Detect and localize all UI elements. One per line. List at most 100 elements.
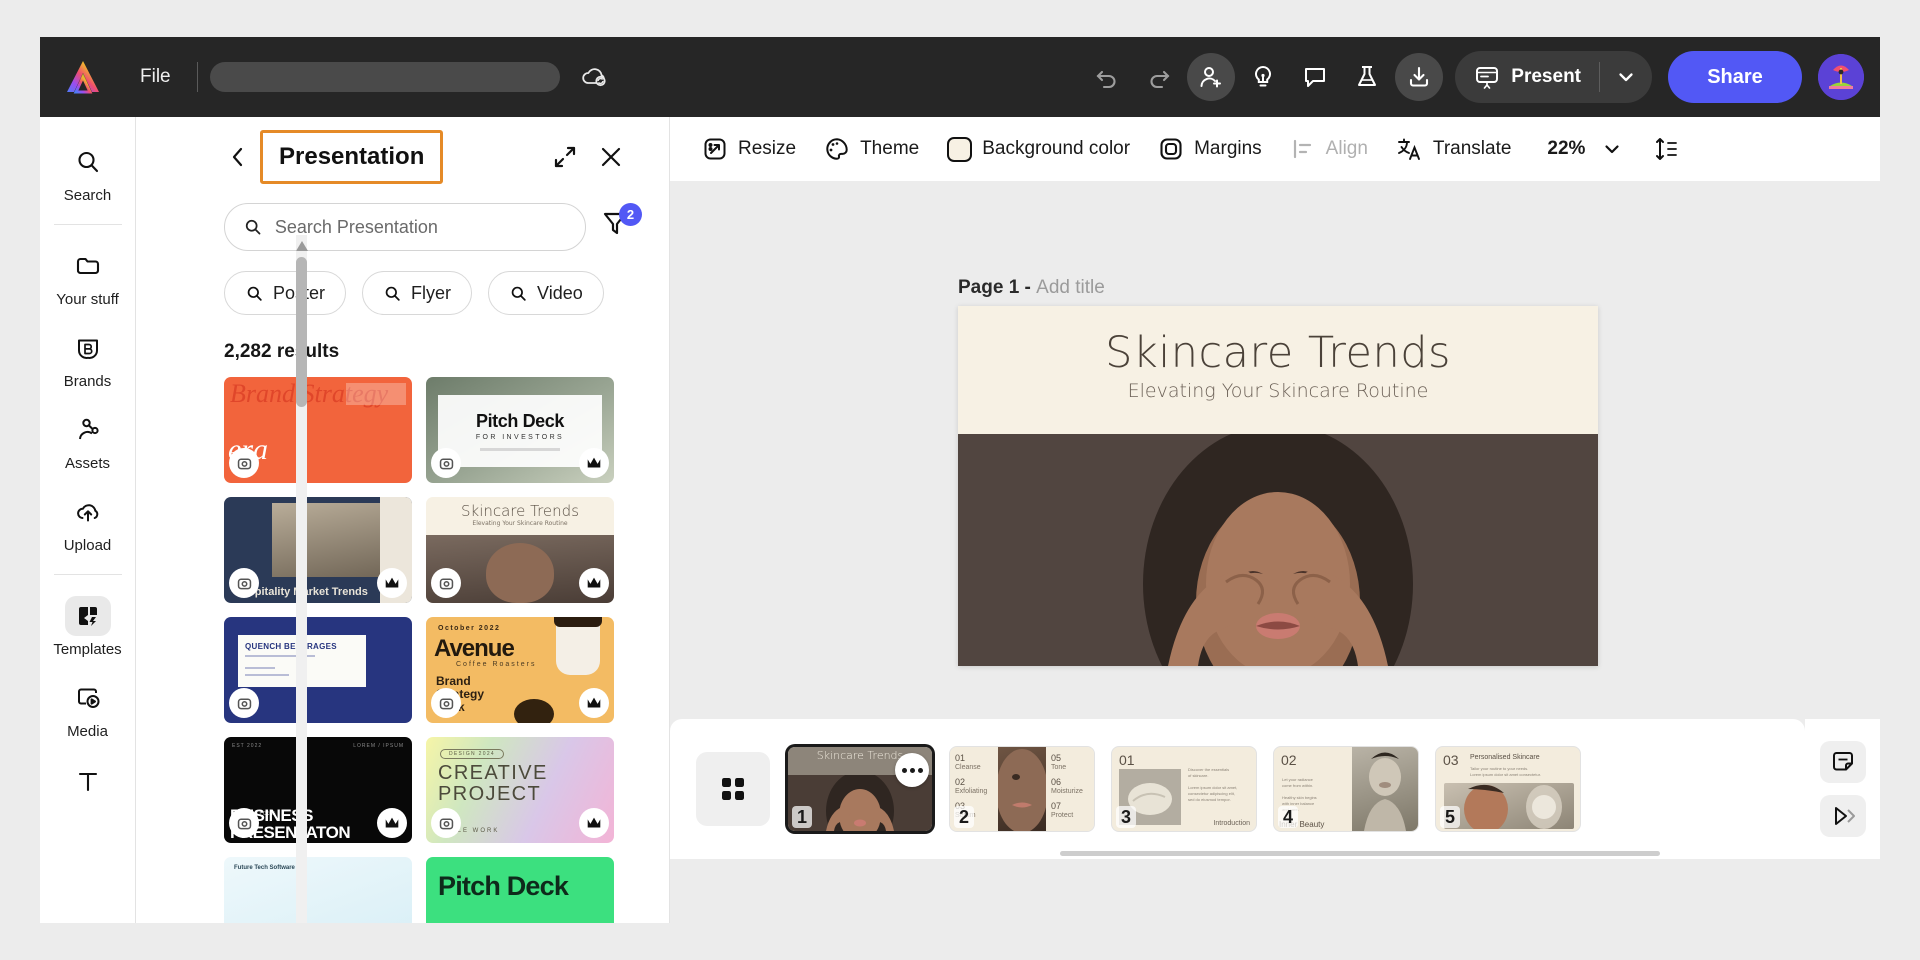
app-logo[interactable] bbox=[40, 59, 126, 95]
template-preview-badge[interactable] bbox=[431, 808, 461, 838]
resize-button[interactable]: Resize bbox=[688, 128, 810, 170]
cloud-sync-icon bbox=[581, 68, 606, 87]
panel-expand-button[interactable] bbox=[550, 142, 580, 172]
button-label: Theme bbox=[860, 138, 920, 159]
template-preview-badge[interactable] bbox=[229, 448, 259, 478]
grid-view-button[interactable] bbox=[696, 752, 770, 826]
template-card-skincare-trends[interactable]: Skincare Trends Elevating Your Skincare … bbox=[426, 497, 614, 603]
template-preview-badge[interactable] bbox=[229, 688, 259, 718]
chevron-down-icon bbox=[1605, 145, 1620, 154]
fit-to-screen-button[interactable] bbox=[1653, 135, 1681, 163]
ideas-button[interactable] bbox=[1239, 53, 1287, 101]
template-preview-badge[interactable] bbox=[431, 568, 461, 598]
undo-button[interactable] bbox=[1083, 53, 1131, 101]
panel-scroll-up-arrow[interactable] bbox=[294, 239, 310, 253]
button-label: Resize bbox=[738, 138, 797, 159]
download-button[interactable] bbox=[1395, 53, 1444, 101]
cloud-sync-button[interactable] bbox=[578, 60, 612, 94]
canvas-area[interactable]: Page 1 - Add title Skincare Trends Eleva… bbox=[670, 181, 1880, 859]
template-premium-badge bbox=[377, 808, 407, 838]
zoom-dropdown-button[interactable] bbox=[1601, 138, 1623, 160]
present-options-button[interactable] bbox=[1600, 51, 1652, 103]
thumbnail-more-button[interactable] bbox=[895, 753, 929, 787]
sidebar-item-label: Assets bbox=[64, 455, 110, 472]
camera-icon bbox=[237, 817, 251, 829]
panel-scrollbar-thumb[interactable] bbox=[296, 257, 307, 407]
template-card-quench-beverages[interactable]: QUENCH BEVERAGES bbox=[224, 617, 412, 723]
comment-button[interactable] bbox=[1291, 53, 1339, 101]
slide-thumbnail-3[interactable]: 01 Discover the essentials of skincare. Lo… bbox=[1112, 747, 1256, 831]
expand-diagonal-icon bbox=[554, 146, 576, 168]
background-color-button[interactable]: Background color bbox=[933, 129, 1144, 170]
slide-title[interactable]: Skincare Trends bbox=[958, 328, 1598, 378]
template-card-hospitality[interactable]: Hospitality Market Trends bbox=[224, 497, 412, 603]
button-label: Background color bbox=[982, 138, 1131, 159]
lab-button[interactable] bbox=[1343, 53, 1391, 101]
sidebar-item-assets[interactable]: Assets bbox=[42, 401, 134, 478]
redo-button[interactable] bbox=[1135, 53, 1183, 101]
slide-canvas[interactable]: Skincare Trends Elevating Your Skincare … bbox=[958, 306, 1598, 666]
share-button[interactable]: Share bbox=[1668, 51, 1802, 103]
chip-label: Flyer bbox=[411, 282, 452, 303]
slide-thumbnail-4[interactable]: 02 Let your radiance come from within. Hea… bbox=[1274, 747, 1418, 831]
theme-button[interactable]: Theme bbox=[810, 128, 933, 170]
template-card-pitch-deck-green[interactable]: Pitch Deck bbox=[426, 857, 614, 923]
chip-poster[interactable]: Poster bbox=[224, 271, 347, 315]
slide-thumbnail-1[interactable]: Skincare Trends 1 bbox=[788, 747, 932, 831]
thumbnail-number: 5 bbox=[1440, 806, 1461, 828]
sidebar-item-text[interactable] bbox=[42, 751, 134, 806]
undo-icon bbox=[1096, 70, 1116, 89]
present-label: Present bbox=[1511, 66, 1581, 87]
sidebar-item-media[interactable]: Media bbox=[42, 669, 134, 746]
template-card-brand-strategy[interactable]: Brand Strategy era bbox=[224, 377, 412, 483]
template-card-product-software[interactable]: Future Tech Software bbox=[224, 857, 412, 923]
media-play-icon-wrap bbox=[65, 678, 111, 718]
slide-photo[interactable] bbox=[958, 434, 1598, 666]
file-menu-button[interactable]: File bbox=[126, 60, 185, 94]
sidebar-item-upload[interactable]: Upload bbox=[42, 483, 134, 560]
slide-thumbnail-2[interactable]: 01Cleanse 02Exfoliating 03Serum 05Tone 0… bbox=[950, 747, 1094, 831]
camera-icon bbox=[439, 817, 453, 829]
template-card-pitch-deck[interactable]: Pitch Deck FOR INVESTORS bbox=[426, 377, 614, 483]
slide-subtitle[interactable]: Elevating Your Skincare Routine bbox=[958, 380, 1598, 402]
filter-button[interactable]: 2 bbox=[600, 203, 642, 247]
chip-video[interactable]: Video bbox=[488, 271, 604, 315]
template-preview-badge[interactable] bbox=[229, 568, 259, 598]
slide-thumbnail-5[interactable]: 03 Personalised Skincare Tailor your rou… bbox=[1436, 747, 1580, 831]
speaker-notes-button[interactable] bbox=[1819, 741, 1866, 783]
search-input-wrapper[interactable] bbox=[224, 203, 586, 251]
template-card-business-presentation[interactable]: EST 2022 LOREM / IPSUM Company Focus BUS… bbox=[224, 737, 412, 843]
present-button[interactable]: Present bbox=[1455, 51, 1599, 103]
sidebar-item-brands[interactable]: Brands bbox=[42, 319, 134, 396]
sidebar-item-templates[interactable]: Templates bbox=[42, 587, 134, 664]
play-slideshow-button[interactable] bbox=[1819, 795, 1866, 837]
strip-horizontal-scrollbar[interactable] bbox=[1060, 851, 1660, 856]
search-input[interactable] bbox=[274, 216, 567, 238]
page-title-placeholder[interactable]: Add title bbox=[1036, 277, 1105, 298]
resize-icon bbox=[704, 138, 726, 160]
template-preview-badge[interactable] bbox=[431, 688, 461, 718]
crown-icon bbox=[587, 457, 601, 468]
zoom-level[interactable]: 22% bbox=[1547, 138, 1585, 160]
fit-to-screen-icon bbox=[1656, 138, 1678, 160]
top-bar-actions: Present Share bbox=[1083, 51, 1880, 103]
grid-view-icon bbox=[722, 778, 744, 800]
avatar[interactable] bbox=[1818, 54, 1864, 100]
sidebar-item-your-stuff[interactable]: Your stuff bbox=[42, 237, 134, 314]
chip-flyer[interactable]: Flyer bbox=[362, 271, 473, 315]
search-icon-wrap bbox=[65, 142, 111, 182]
template-card-creative-project[interactable]: DESIGN 2024 CREATIVE PROJECT STYLE WORK bbox=[426, 737, 614, 843]
background-color-swatch-icon bbox=[947, 136, 973, 162]
document-title-input[interactable] bbox=[209, 62, 560, 92]
panel-close-button[interactable] bbox=[596, 142, 626, 172]
invite-collaborator-button[interactable] bbox=[1187, 53, 1236, 101]
translate-button[interactable]: Translate bbox=[1382, 128, 1526, 170]
template-card-avenue-coffee[interactable]: October 2022 Avenue Coffee Roasters Bran… bbox=[426, 617, 614, 723]
margins-button[interactable]: Margins bbox=[1144, 128, 1276, 170]
sidebar-item-search[interactable]: Search bbox=[42, 133, 134, 210]
align-button[interactable]: Align bbox=[1276, 128, 1382, 170]
panel-header-actions bbox=[550, 142, 626, 172]
panel-back-button[interactable] bbox=[224, 145, 252, 169]
template-preview-badge[interactable] bbox=[431, 448, 461, 478]
template-preview-badge[interactable] bbox=[229, 808, 259, 838]
